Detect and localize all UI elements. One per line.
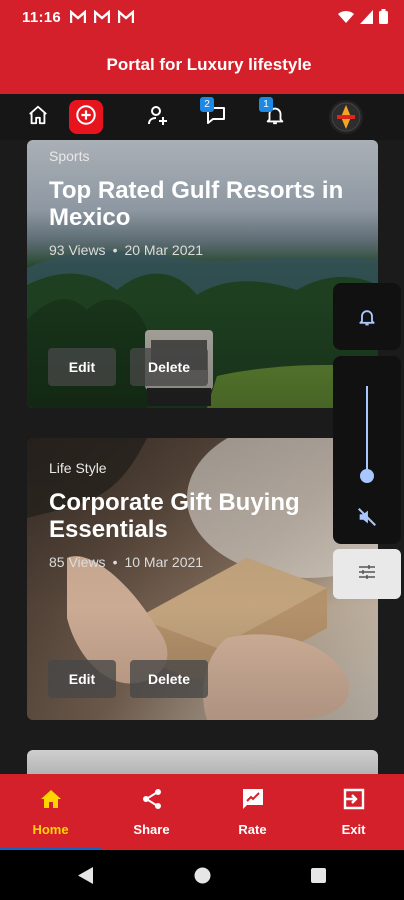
nav-home-label: Home xyxy=(32,822,69,837)
post-meta: 85 Views • 10 Mar 2021 xyxy=(49,554,203,570)
post-title[interactable]: Top Rated Gulf Resorts in Mexico xyxy=(49,177,358,231)
home-button[interactable] xyxy=(21,100,55,134)
exit-icon xyxy=(342,787,366,816)
volume-slider[interactable] xyxy=(333,356,401,544)
nav-exit-label: Exit xyxy=(341,822,366,837)
post-category: Sports xyxy=(49,148,90,164)
system-status-icons xyxy=(338,9,388,29)
status-bar: 11:16 xyxy=(0,0,404,36)
wifi-icon xyxy=(338,10,354,29)
top-toolbar: 2 1 xyxy=(0,94,404,140)
status-time: 11:16 xyxy=(22,9,62,26)
add-user-button[interactable] xyxy=(141,100,175,134)
post-title[interactable]: Corporate Gift Buying Essentials xyxy=(49,489,358,543)
home-icon xyxy=(39,787,63,816)
app-title: Portal for Luxury lifestyle xyxy=(106,55,312,74)
gmail-icon xyxy=(117,9,135,27)
post-views: 85 Views xyxy=(49,554,106,570)
post-card[interactable]: Life Style Corporate Gift Buying Essenti… xyxy=(27,438,378,720)
avatar[interactable] xyxy=(329,100,363,134)
home-icon xyxy=(27,104,49,131)
nav-share[interactable]: Share xyxy=(101,774,202,850)
muted-icon[interactable] xyxy=(356,506,378,533)
signal-icon xyxy=(360,9,373,29)
post-card[interactable] xyxy=(27,750,378,774)
messages-button[interactable]: 2 xyxy=(199,97,233,134)
post-views: 93 Views xyxy=(49,242,106,258)
nav-home[interactable]: Home xyxy=(0,774,101,850)
notifications-badge: 1 xyxy=(259,97,273,112)
settings-sliders-icon xyxy=(359,564,375,584)
recents-icon[interactable] xyxy=(311,868,326,888)
delete-button[interactable]: Delete xyxy=(130,348,208,386)
add-post-button[interactable] xyxy=(69,100,103,134)
add-user-icon xyxy=(146,103,170,132)
nav-exit[interactable]: Exit xyxy=(303,774,404,850)
post-meta: 93 Views • 20 Mar 2021 xyxy=(49,242,203,258)
delete-button[interactable]: Delete xyxy=(130,660,208,698)
bell-icon xyxy=(357,307,377,332)
app-screen: 11:16 Portal for Luxury lifestyle 2 1 Sp… xyxy=(0,0,404,900)
nav-rate[interactable]: Rate xyxy=(202,774,303,850)
system-navigation-bar xyxy=(0,850,404,900)
notifications-button[interactable]: 1 xyxy=(258,97,292,134)
nav-share-label: Share xyxy=(133,822,170,837)
gmail-icon xyxy=(93,9,111,27)
post-category: Life Style xyxy=(49,460,107,476)
edit-button[interactable]: Edit xyxy=(48,348,116,386)
meta-separator: • xyxy=(112,242,118,258)
rate-icon xyxy=(241,787,265,816)
meta-separator: • xyxy=(112,554,118,570)
post-card[interactable]: Sports Top Rated Gulf Resorts in Mexico … xyxy=(27,140,378,408)
volume-settings-button[interactable] xyxy=(333,549,401,599)
volume-ringer-button[interactable] xyxy=(333,283,401,350)
share-icon xyxy=(140,787,164,816)
back-icon[interactable] xyxy=(78,867,94,889)
nav-rate-label: Rate xyxy=(238,822,267,837)
bottom-navigation: Home Share Rate Exit xyxy=(0,774,404,850)
gmail-icon xyxy=(69,9,87,27)
post-date: 20 Mar 2021 xyxy=(124,242,204,258)
home-circle-icon[interactable] xyxy=(194,867,211,889)
volume-track xyxy=(366,386,368,476)
add-icon xyxy=(75,104,97,131)
app-bar: Portal for Luxury lifestyle xyxy=(0,36,404,94)
post-date: 10 Mar 2021 xyxy=(124,554,204,570)
volume-slider-thumb[interactable] xyxy=(360,469,374,483)
edit-button[interactable]: Edit xyxy=(48,660,116,698)
battery-icon xyxy=(379,9,388,29)
messages-badge: 2 xyxy=(200,97,214,112)
